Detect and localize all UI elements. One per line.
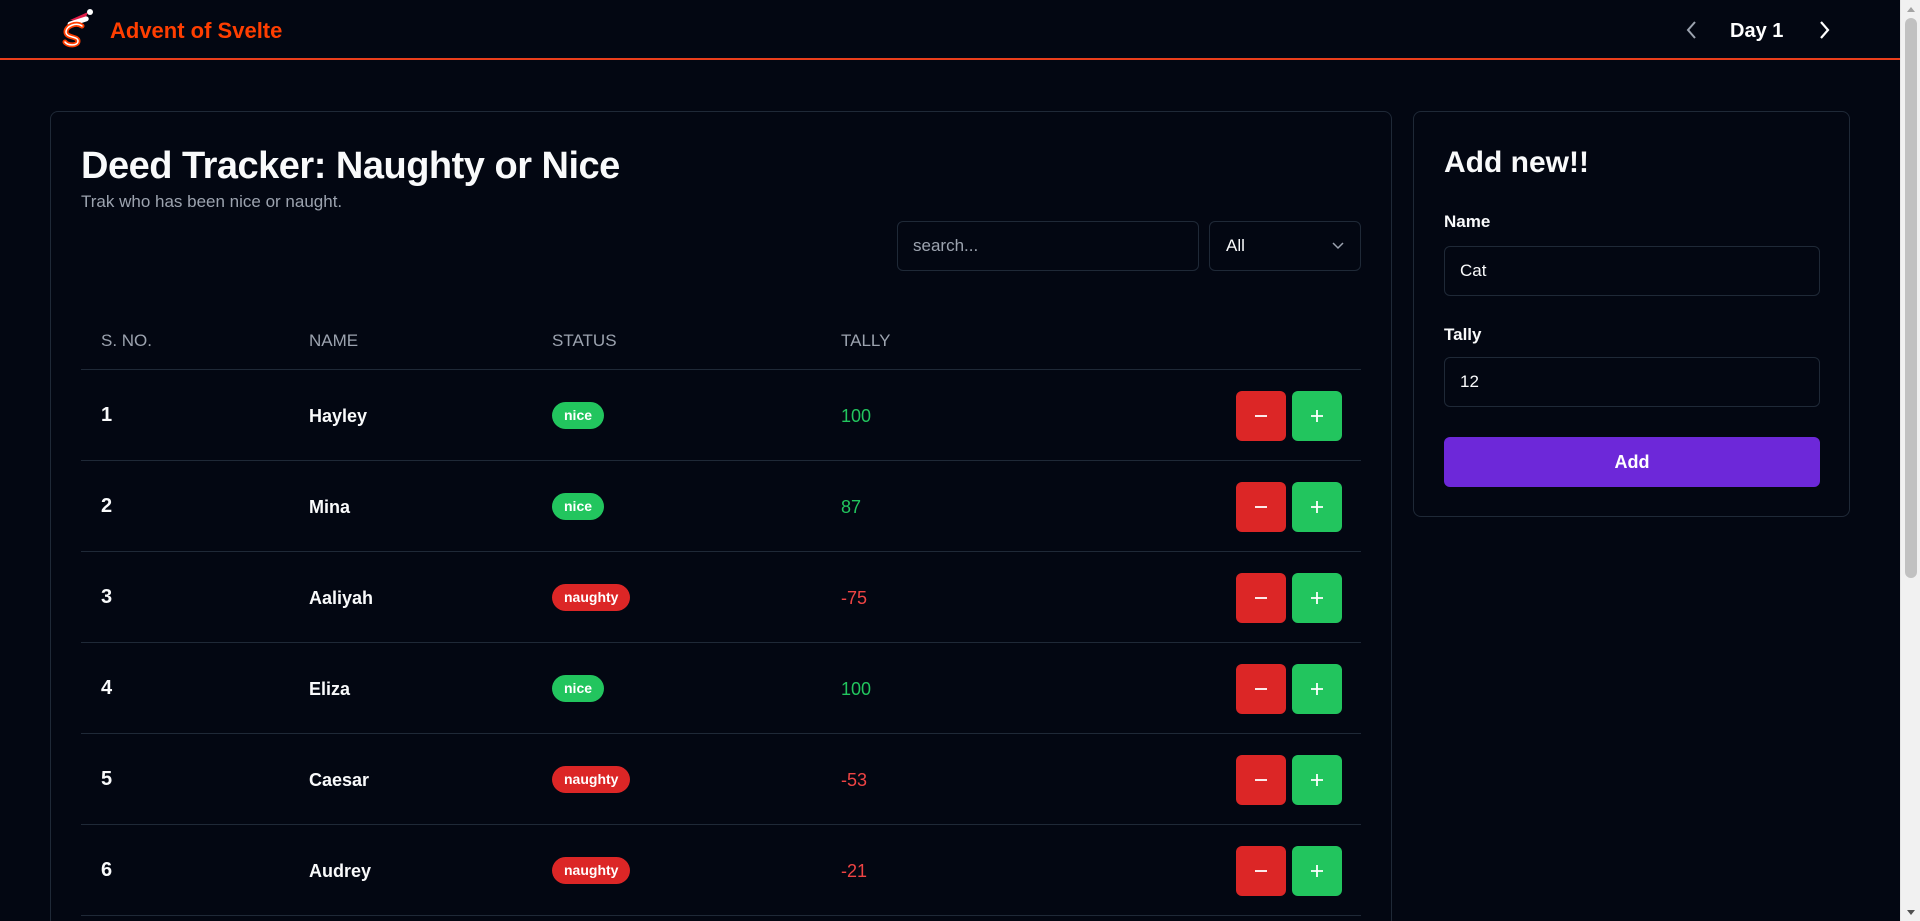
- page-subtitle: Trak who has been nice or naught.: [81, 192, 343, 211]
- increment-button[interactable]: [1292, 755, 1342, 805]
- page-scrollbar[interactable]: [1900, 0, 1920, 921]
- row-serial-number: 3: [101, 586, 113, 608]
- decrement-button[interactable]: [1236, 482, 1286, 532]
- tally-input[interactable]: [1444, 357, 1820, 407]
- minus-icon: [1255, 415, 1267, 417]
- minus-icon: [1255, 597, 1267, 599]
- chevron-down-icon: [1332, 242, 1344, 250]
- row-name: Hayley: [309, 406, 368, 426]
- row-status: nice: [552, 493, 605, 520]
- row-tally: 100: [841, 406, 872, 426]
- status-badge: naughty: [552, 584, 631, 611]
- chevron-left-icon: [1686, 21, 1696, 39]
- status-filter-select[interactable]: All: [1209, 221, 1361, 271]
- row-status: nice: [552, 402, 605, 429]
- plus-icon: [1311, 865, 1323, 877]
- scroll-down-arrow-icon[interactable]: [1901, 904, 1920, 921]
- name-field-label: Name: [1444, 212, 1491, 231]
- page-title: Deed Tracker: Naughty or Nice: [81, 145, 620, 187]
- scrollbar-thumb[interactable]: [1905, 18, 1917, 578]
- column-header-status: STATUS: [552, 331, 617, 350]
- row-serial-number: 6: [101, 859, 113, 881]
- column-header-sno: S. NO.: [101, 331, 153, 350]
- deeds-table: S. NO. NAME STATUS TALLY 1 Hayley nice 100 2…: [81, 308, 1361, 916]
- row-name: Eliza: [309, 679, 351, 699]
- row-serial-number: 4: [101, 677, 113, 699]
- table-row: 3 Aaliyah naughty -75: [81, 552, 1361, 643]
- row-tally: -75: [841, 588, 868, 608]
- row-status: naughty: [552, 584, 631, 611]
- row-tally: 87: [841, 497, 862, 517]
- table-body: 1 Hayley nice 100 2 Mina nice 87 3 Aaliyah naughty…: [81, 370, 1361, 916]
- row-serial-number: 2: [101, 495, 113, 517]
- chevron-right-icon: [1820, 21, 1830, 39]
- top-bar: Advent of Svelte Day 1: [0, 0, 1900, 60]
- row-status: naughty: [552, 857, 631, 884]
- add-new-card: Add new!! Name Tally Add: [1413, 111, 1850, 517]
- search-input[interactable]: [897, 221, 1199, 271]
- plus-icon: [1311, 501, 1323, 513]
- status-badge: naughty: [552, 857, 631, 884]
- increment-button[interactable]: [1292, 573, 1342, 623]
- deed-tracker-card: Deed Tracker: Naughty or Nice Trak who h…: [50, 111, 1392, 921]
- filter-selected-value: All: [1226, 236, 1245, 255]
- day-label: Day 1: [1730, 20, 1784, 42]
- scroll-up-arrow-icon[interactable]: [1901, 0, 1920, 17]
- status-badge: nice: [552, 675, 605, 702]
- row-status: naughty: [552, 766, 631, 793]
- status-badge: nice: [552, 493, 605, 520]
- row-tally: -21: [841, 861, 868, 881]
- row-name: Aaliyah: [309, 588, 374, 608]
- name-input[interactable]: [1444, 246, 1820, 296]
- decrement-button[interactable]: [1236, 391, 1286, 441]
- minus-icon: [1255, 870, 1267, 872]
- row-tally: 100: [841, 679, 872, 699]
- status-badge: naughty: [552, 766, 631, 793]
- add-button[interactable]: Add: [1444, 437, 1820, 487]
- brand-title[interactable]: Advent of Svelte: [110, 18, 282, 44]
- table-row: 2 Mina nice 87: [81, 461, 1361, 552]
- minus-icon: [1255, 688, 1267, 690]
- decrement-button[interactable]: [1236, 573, 1286, 623]
- row-serial-number: 5: [101, 768, 113, 790]
- row-name: Caesar: [309, 770, 370, 790]
- status-badge: nice: [552, 402, 605, 429]
- increment-button[interactable]: [1292, 664, 1342, 714]
- column-header-tally: TALLY: [841, 331, 891, 350]
- tally-field-label: Tally: [1444, 325, 1482, 344]
- table-row: 4 Eliza nice 100: [81, 643, 1361, 734]
- table-header: S. NO. NAME STATUS TALLY: [81, 308, 1361, 370]
- row-serial-number: 1: [101, 404, 113, 426]
- decrement-button[interactable]: [1236, 755, 1286, 805]
- svelte-santa-logo-icon: [54, 8, 96, 52]
- row-name: Audrey: [309, 861, 372, 881]
- table-row: 5 Caesar naughty -53: [81, 734, 1361, 825]
- minus-icon: [1255, 779, 1267, 781]
- increment-button[interactable]: [1292, 482, 1342, 532]
- previous-day-button[interactable]: [1678, 16, 1706, 44]
- decrement-button[interactable]: [1236, 664, 1286, 714]
- table-row: 6 Audrey naughty -21: [81, 825, 1361, 916]
- row-tally: -53: [841, 770, 868, 790]
- plus-icon: [1311, 410, 1323, 422]
- column-header-name: NAME: [309, 331, 359, 350]
- table-row: 1 Hayley nice 100: [81, 370, 1361, 461]
- row-name: Mina: [309, 497, 351, 517]
- plus-icon: [1311, 683, 1323, 695]
- plus-icon: [1311, 774, 1323, 786]
- next-day-button[interactable]: [1810, 16, 1838, 44]
- minus-icon: [1255, 506, 1267, 508]
- increment-button[interactable]: [1292, 391, 1342, 441]
- row-status: nice: [552, 675, 605, 702]
- decrement-button[interactable]: [1236, 846, 1286, 896]
- add-new-title: Add new!!: [1444, 146, 1589, 179]
- plus-icon: [1311, 592, 1323, 604]
- increment-button[interactable]: [1292, 846, 1342, 896]
